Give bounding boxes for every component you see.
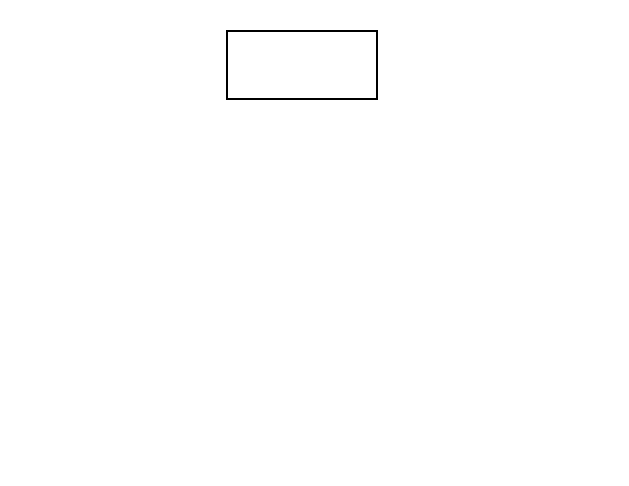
- skewt-sounding-page: [0, 0, 629, 486]
- legend: [226, 30, 378, 100]
